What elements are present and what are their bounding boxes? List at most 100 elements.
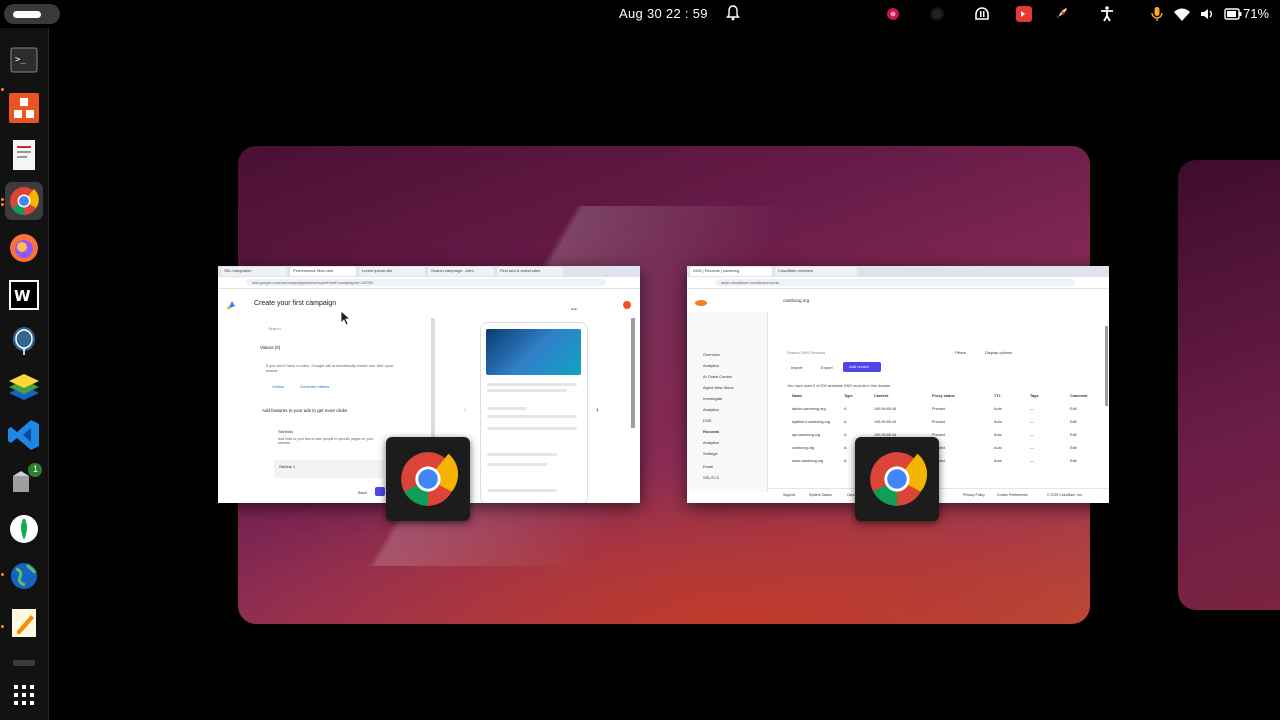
chrome-launcher[interactable] <box>5 182 43 220</box>
sidebar-item-agent[interactable]: Agent New Items <box>703 385 733 390</box>
table-cell: admin.cambong.org <box>792 407 826 411</box>
edit-link[interactable]: Edit <box>1070 446 1077 450</box>
layers-app-launcher[interactable] <box>5 369 43 407</box>
software-updater-launcher[interactable]: 1 <box>5 462 43 500</box>
anydesk-icon[interactable] <box>1015 5 1033 23</box>
sidebar-item-dns[interactable]: DNS <box>703 418 711 423</box>
table-cell: Auto <box>994 446 1002 450</box>
layers-app-icon <box>9 374 39 400</box>
software-center-launcher[interactable] <box>5 89 43 127</box>
sidebar-item-investigate[interactable]: Investigate <box>703 396 722 401</box>
tab-bar: DNS | Records | cambong Cloudflare overv… <box>687 266 1109 277</box>
avatar[interactable] <box>623 301 631 309</box>
domain-selector[interactable]: cambong.org <box>783 298 809 303</box>
battery-percentage[interactable]: 71% <box>1243 6 1269 21</box>
footer-support[interactable]: Support <box>783 493 795 497</box>
address-bar[interactable]: ads.google.com/aw/campaigns/new/experime… <box>246 279 606 286</box>
help-link[interactable]: Help <box>571 307 577 311</box>
next-button[interactable] <box>375 487 385 496</box>
footer-privacy[interactable]: Privacy Policy <box>963 493 985 497</box>
table-cell: 149.99.89.44 <box>874 420 897 424</box>
postgresql-launcher[interactable] <box>5 322 43 360</box>
features-heading: Add features to your ads to get more cli… <box>262 408 348 413</box>
firefox-launcher[interactable] <box>5 229 43 267</box>
sidebar-item-records[interactable]: Records <box>703 429 719 434</box>
footer-system-status[interactable]: System Status <box>809 493 832 497</box>
earth-launcher[interactable] <box>5 557 43 595</box>
sidebar-item-settings[interactable]: Settings <box>703 451 717 456</box>
chrome-running-dot <box>1 198 4 201</box>
dns-search-input[interactable]: Search DNS Records <box>787 350 825 355</box>
search-field[interactable]: Search <box>268 326 281 331</box>
browser-tab[interactable]: Search campaign - Adm <box>428 267 494 276</box>
browser-tab-active[interactable]: Performance Max cam <box>290 267 356 276</box>
workspace-indicator <box>13 11 41 18</box>
add-videos-link[interactable]: Videos <box>272 384 284 389</box>
browser-tab[interactable]: SEL Integration <box>221 267 287 276</box>
scrollbar[interactable] <box>1105 326 1108 406</box>
sidebar-item-ssl[interactable]: SSL/TLS <box>703 475 719 480</box>
browser-tab[interactable]: Lorem ipsum site <box>359 267 425 276</box>
table-cell: Proxied <box>932 420 945 424</box>
browser-tab-active[interactable]: DNS | Records | cambong <box>690 267 772 276</box>
text-editor-launcher[interactable] <box>5 604 43 642</box>
footer-cookies[interactable]: Cookie Preferences <box>997 493 1028 497</box>
sitelinks-label[interactable]: Sitelinks <box>278 429 293 434</box>
import-button[interactable]: Import <box>791 365 802 370</box>
recording-indicator-icon[interactable] <box>884 5 902 23</box>
microphone-in-use-icon[interactable] <box>1148 5 1166 23</box>
github-icon[interactable] <box>928 5 946 23</box>
terminal-launcher[interactable]: >_ <box>5 42 43 80</box>
sidebar-item-ai-crawl[interactable]: AI Crawl Control <box>703 374 732 379</box>
export-button[interactable]: Export <box>821 365 833 370</box>
back-button[interactable]: Back <box>358 490 367 495</box>
add-record-label: Add record <box>849 364 869 369</box>
display-options-button[interactable]: Display options <box>985 350 1012 355</box>
show-apps-button[interactable] <box>5 676 43 714</box>
vscode-launcher[interactable] <box>5 416 43 454</box>
videos-description: If you don't have a video, Google will a… <box>266 363 394 373</box>
sidebar-item-analytics[interactable]: Analytics <box>703 363 719 368</box>
column-header: TTL <box>994 394 1001 398</box>
chrome-icon <box>870 452 927 506</box>
mouse-pointer-icon <box>340 310 352 326</box>
chrome-running-dot-2 <box>1 203 4 206</box>
sidebar-item-email[interactable]: Email <box>703 464 713 469</box>
table-cell: — <box>1030 459 1034 463</box>
carousel-prev-icon[interactable]: ‹ <box>464 405 467 414</box>
browser-tab[interactable]: Cloudflare overview <box>775 267 857 276</box>
notification-bell-icon[interactable] <box>726 5 740 21</box>
edit-link[interactable]: Edit <box>1070 420 1077 424</box>
chrome-app-badge <box>386 437 470 521</box>
clock[interactable]: Aug 30 22 : 59 <box>619 6 708 21</box>
edit-link[interactable]: Edit <box>1070 407 1077 411</box>
generate-videos-link[interactable]: Generate videos <box>300 384 329 389</box>
document-viewer-launcher[interactable] <box>5 136 43 174</box>
sitelink-card[interactable]: Sitelink 1 <box>274 460 384 478</box>
webstorm-launcher[interactable]: W <box>5 276 43 314</box>
sidebar-item-overview[interactable]: Overview <box>703 352 720 357</box>
rocket-icon[interactable] <box>1053 5 1071 23</box>
filters-button[interactable]: Filters <box>955 350 966 355</box>
activities-button[interactable] <box>4 4 60 24</box>
sidebar-item-dns-analytics[interactable]: Analytics <box>703 440 719 445</box>
carousel-next-icon[interactable]: › <box>596 405 599 414</box>
edit-link[interactable]: Edit <box>1070 459 1077 463</box>
sidebar-item-analytics-2[interactable]: Analytics <box>703 407 719 412</box>
accessibility-icon[interactable] <box>1098 5 1116 23</box>
volume-icon[interactable] <box>1198 5 1216 23</box>
vpn-icon[interactable] <box>973 5 991 23</box>
address-bar[interactable]: dash.cloudflare.com/dns/records <box>715 279 1075 286</box>
table-cell: Auto <box>994 420 1002 424</box>
browser-tab[interactable]: Find and & select sites <box>497 267 563 276</box>
earth-running-dot <box>1 573 4 576</box>
battery-icon[interactable] <box>1224 5 1242 23</box>
preview-scrollbar[interactable] <box>631 318 635 428</box>
edit-link[interactable]: Edit <box>1070 433 1077 437</box>
add-record-button[interactable]: Add record <box>843 362 881 372</box>
mongodb-compass-launcher[interactable] <box>5 510 43 548</box>
next-workspace-thumbnail[interactable] <box>1178 160 1280 610</box>
table-cell: — <box>1030 420 1034 424</box>
wifi-icon[interactable] <box>1173 5 1191 23</box>
webstorm-icon: W <box>9 280 39 310</box>
